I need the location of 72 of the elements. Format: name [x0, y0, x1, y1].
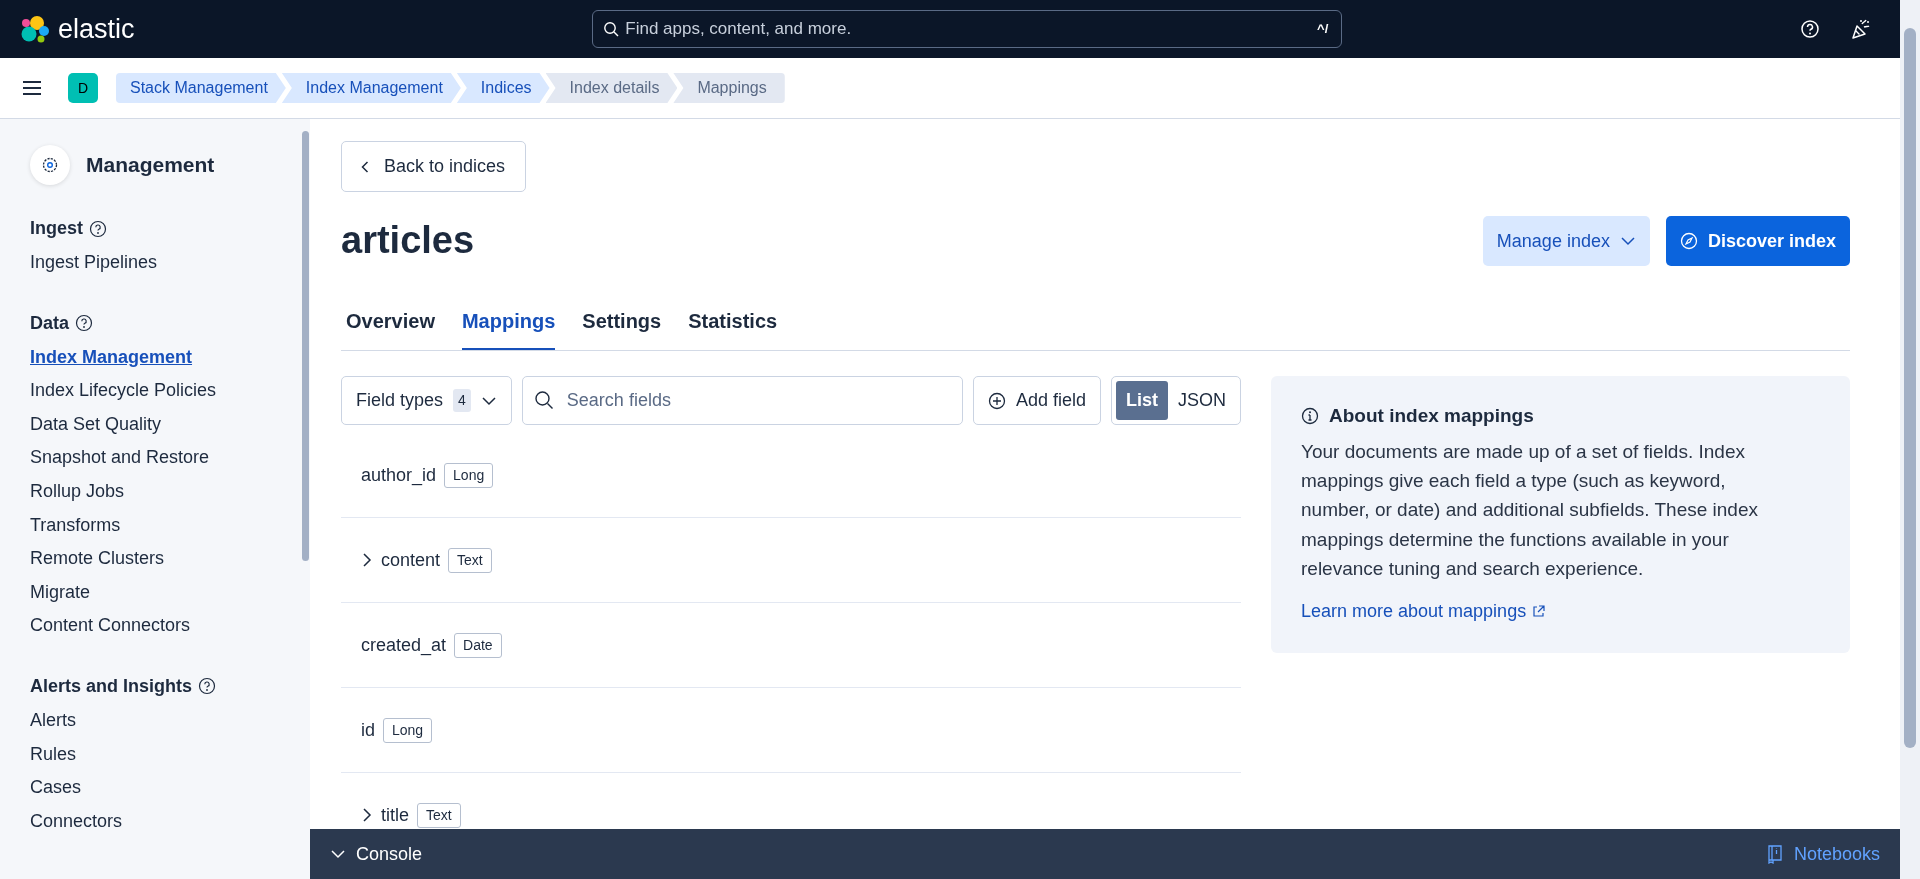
add-field-button[interactable]: Add field	[972, 376, 1101, 425]
scrollbar-thumb[interactable]	[301, 131, 309, 561]
sidebar-item[interactable]: Snapshot and Restore	[30, 441, 300, 475]
breadcrumb-item[interactable]: Indices	[456, 73, 550, 103]
expand-icon[interactable]	[361, 807, 373, 823]
field-name: content	[381, 548, 441, 572]
tab[interactable]: Settings	[582, 298, 662, 350]
sidebar-item[interactable]: Migrate	[30, 575, 300, 610]
field-type-tag: Date	[454, 632, 502, 658]
sidebar-item[interactable]: Alerts	[30, 703, 300, 738]
book-icon	[1765, 844, 1784, 864]
sidebar-item[interactable]: Data Set Quality	[30, 407, 300, 442]
field-type-tag: Long	[444, 462, 494, 488]
sidebar-item[interactable]: Index Lifecycle Policies	[30, 374, 300, 408]
page-title: articles	[341, 218, 475, 264]
learn-more-link[interactable]: Learn more about mappings	[1301, 597, 1546, 625]
section-title: Alerts and Insights	[30, 674, 193, 698]
count-badge: 4	[453, 389, 471, 412]
tab[interactable]: Overview	[346, 298, 435, 350]
view-option[interactable]: JSON	[1168, 381, 1236, 420]
field-types-dropdown[interactable]: Field types 4	[341, 376, 512, 425]
sidebar-item[interactable]: Content Connectors	[30, 609, 300, 643]
back-button[interactable]: Back to indices	[341, 141, 527, 192]
info-text: Your documents are made up of a set of fields. Index mappings give each field a type (such as keyword, number, or date) and additional subfields. These index mappings determine the functions available in your relevance tuning and search experience.	[1301, 439, 1759, 582]
field-type-tag: Long	[383, 717, 433, 743]
manage-dropdown[interactable]: Manage index	[1482, 216, 1650, 266]
notebooks-button[interactable]: Notebooks	[1759, 839, 1886, 869]
plus-circle-icon	[987, 391, 1006, 410]
sidebar-item[interactable]: Remote Clusters	[30, 542, 300, 576]
view-option[interactable]: List	[1115, 381, 1168, 420]
help-icon[interactable]	[89, 219, 107, 238]
breadcrumb-item[interactable]: Index details	[545, 73, 678, 103]
scrollbar[interactable]	[1900, 0, 1920, 879]
field-name: author_id	[361, 463, 437, 488]
settings-icon	[30, 145, 70, 185]
party-popper-icon[interactable]	[1850, 18, 1872, 40]
compass-icon	[1679, 232, 1698, 250]
sidebar-item[interactable]: Transforms	[30, 508, 300, 543]
sidebar-item[interactable]: Rules	[30, 737, 300, 772]
keyboard-shortcut: ^/	[1317, 20, 1329, 38]
sidebar-item[interactable]: Cases	[30, 771, 300, 805]
space-avatar[interactable]: D	[68, 73, 98, 103]
field-type-tag: Text	[417, 802, 461, 828]
field-name: id	[361, 718, 375, 742]
console-toggle[interactable]: Console	[324, 839, 429, 869]
section-title: Data	[30, 311, 69, 335]
breadcrumb-item[interactable]: Stack Management	[116, 73, 286, 103]
info-icon	[1301, 407, 1319, 426]
external-link-icon	[1532, 604, 1546, 618]
menu-icon[interactable]	[22, 80, 42, 96]
discover-button[interactable]: Discover index	[1665, 216, 1850, 266]
search-icon	[533, 390, 554, 410]
sidebar-item[interactable]: Ingest Pipelines	[30, 246, 300, 280]
logo-icon	[20, 14, 50, 44]
sidebar-item[interactable]: Connectors	[30, 804, 300, 839]
field-type-tag: Text	[448, 547, 492, 573]
tab[interactable]: Statistics	[688, 298, 778, 350]
sidebar-title: Management	[86, 152, 215, 179]
help-icon[interactable]	[75, 314, 93, 333]
breadcrumb-item[interactable]: Index Management	[281, 73, 461, 103]
tab[interactable]: Mappings	[461, 298, 556, 350]
field-name: title	[381, 803, 409, 827]
sidebar-item[interactable]: Index Management	[30, 340, 300, 375]
section-title: Ingest	[30, 217, 83, 240]
help-icon[interactable]	[198, 677, 217, 696]
expand-icon[interactable]	[361, 552, 373, 568]
sidebar-item[interactable]: Rollup Jobs	[30, 474, 300, 509]
field-name: created_at	[361, 633, 447, 658]
info-title: About index mappings	[1329, 404, 1534, 428]
breadcrumb-item[interactable]: Mappings	[673, 73, 785, 103]
search-icon	[603, 21, 620, 37]
logo-text[interactable]: elastic	[58, 8, 135, 50]
